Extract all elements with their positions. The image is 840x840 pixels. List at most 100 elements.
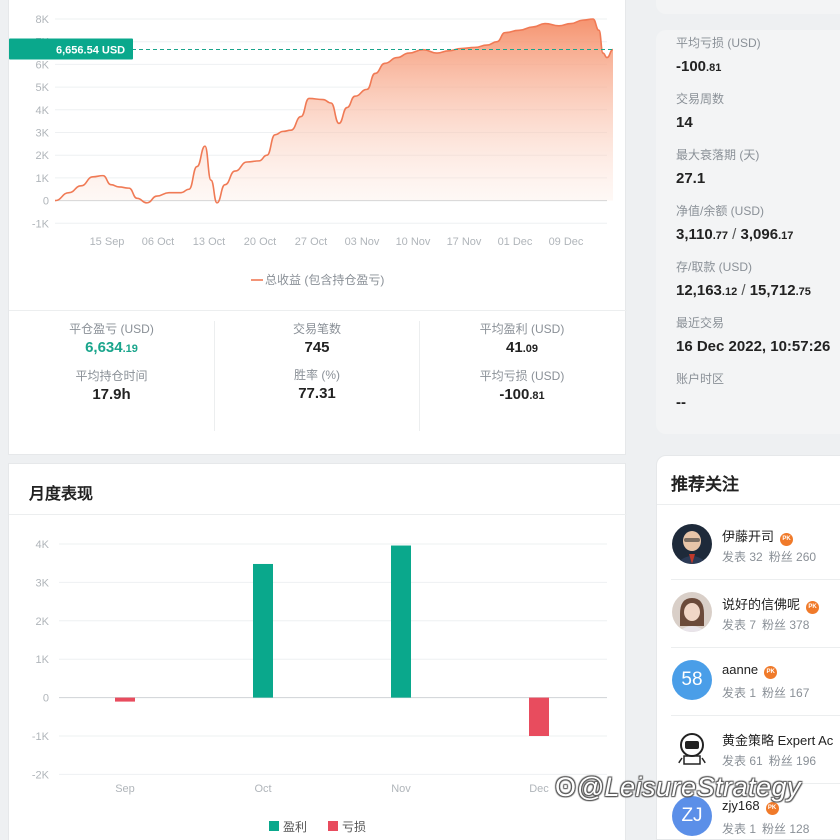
trade-count-label: 交易笔数: [292, 322, 341, 336]
user-meta: 发表 32 粉丝 260: [722, 548, 822, 565]
close-pnl-label: 平仓盈亏 (USD): [69, 322, 154, 336]
user-photo-icon: [672, 592, 712, 632]
avg-loss-label: 平均亏损 (USD): [479, 369, 565, 383]
close-pnl-int: 6,634: [85, 339, 123, 356]
user-fans: 粉丝 196: [768, 754, 817, 768]
user-posts: 发表 1: [722, 686, 757, 700]
search-box[interactable]: [656, 0, 840, 14]
avg-profit-label: 平均盈利 (USD): [479, 322, 565, 336]
info-deposit-dec: .12: [721, 286, 738, 298]
info-equity-label: 净值/余额 (USD): [676, 204, 764, 218]
stats-grid: 平仓盈亏 (USD) 6,634.19 平均持仓时间 17.9h 交易笔数 74…: [9, 310, 627, 431]
loss-bar[interactable]: [529, 697, 549, 736]
info-deposit-value: 12,163.12 / 15,712.75: [676, 276, 840, 314]
info-deposit-slash: /: [737, 282, 750, 299]
info-last-trade-value: 16 Dec 2022, 10:57:26: [676, 338, 831, 355]
info-drawdown-value: 27.1: [676, 170, 706, 187]
info-avg-loss-value: -100.81: [676, 52, 840, 90]
avg-profit-value: 41.09: [420, 337, 624, 360]
user-fans: 粉丝 260: [768, 550, 817, 564]
info-avg-loss-label: 平均亏损 (USD): [676, 36, 761, 50]
x-tick-label: 10 Nov: [396, 236, 431, 248]
robot-avatar-icon: [672, 728, 712, 768]
user-posts: 发表 32: [722, 550, 763, 564]
info-timezone-value: --: [676, 394, 686, 411]
x-tick-label: 03 Nov: [345, 236, 380, 248]
info-withdraw-dec: .75: [795, 286, 811, 298]
stats-col-2: 交易笔数 745 胜率 (%) 77.31: [214, 321, 419, 431]
user-name[interactable]: aanne PK: [722, 662, 778, 679]
user-meta: 发表 1 粉丝 128: [722, 820, 815, 837]
section-separator: [8, 455, 626, 463]
recommend-user[interactable]: 说好的信佛呢 PK 发表 7 粉丝 378: [657, 580, 840, 648]
legend-profit-label[interactable]: 盈利: [283, 820, 307, 834]
y-tick-label: 1K: [36, 173, 50, 185]
user-name-text: 说好的信佛呢: [722, 597, 801, 612]
close-pnl-value: 6,634.19: [9, 337, 214, 360]
watermark-text: @LeisureStrategy: [576, 772, 802, 802]
user-name[interactable]: 说好的信佛呢 PK: [722, 594, 820, 614]
loss-bar[interactable]: [115, 697, 135, 702]
pk-badge-icon: PK: [765, 802, 779, 815]
y-tick-label: 3K: [36, 577, 50, 589]
avatar[interactable]: [672, 728, 712, 768]
user-posts: 发表 61: [722, 754, 763, 768]
current-value-tag: 6,656.54 USD: [9, 38, 133, 60]
x-tick-label: 06 Oct: [142, 236, 174, 248]
avatar[interactable]: [672, 524, 712, 564]
y-tick-label: 0: [43, 693, 49, 705]
user-name[interactable]: 黄金策略 Expert Ac: [722, 730, 833, 749]
user-posts: 发表 1: [722, 822, 757, 836]
pk-badge-icon: PK: [806, 601, 820, 614]
equity-legend-label: 总收益 (包含持仓盈亏): [265, 272, 384, 287]
legend-loss-label[interactable]: 亏损: [342, 820, 366, 834]
equity-legend[interactable]: 总收益 (包含持仓盈亏): [251, 272, 384, 287]
x-tick-label: Nov: [391, 783, 411, 795]
user-fans: 粉丝 378: [762, 618, 810, 632]
y-tick-label: 0: [43, 196, 49, 208]
y-tick-label: -1K: [32, 218, 50, 230]
current-value-label: 6,656.54 USD: [56, 44, 125, 56]
info-deposit-int: 12,163: [676, 282, 722, 299]
avg-profit-dec: .09: [522, 343, 538, 355]
info-equity-dec: .77: [712, 230, 729, 242]
recommend-user[interactable]: 58 aanne PK 发表 1 粉丝 167: [657, 648, 840, 716]
info-balance-int: 3,096: [740, 226, 779, 243]
y-tick-label: 2K: [36, 150, 50, 162]
info-equity-value: 3,110.77 / 3,096.17: [676, 220, 840, 258]
user-name[interactable]: 伊藤开司 PK: [722, 526, 794, 546]
info-withdraw-int: 15,712: [749, 282, 796, 299]
x-tick-label: 01 Dec: [498, 236, 533, 248]
stats-col-1: 平仓盈亏 (USD) 6,634.19 平均持仓时间 17.9h: [9, 321, 214, 431]
legend-loss-swatch[interactable]: [328, 821, 338, 831]
info-drawdown-label: 最大衰落期 (天): [676, 148, 760, 162]
user-name-text: 黄金策略 Expert Ac: [722, 733, 834, 748]
avg-profit-int: 41: [506, 339, 523, 356]
monthly-legend: 盈利 亏损: [269, 820, 366, 834]
avg-hold-value: 17.9h: [92, 386, 131, 403]
recommend-divider: [657, 504, 840, 505]
avatar[interactable]: [672, 592, 712, 632]
legend-profit-swatch[interactable]: [269, 821, 279, 831]
user-meta: 发表 7 粉丝 378: [722, 616, 815, 633]
x-tick-label: Oct: [254, 783, 271, 795]
win-rate-label: 胜率 (%): [294, 368, 340, 382]
x-tick-label: 15 Sep: [90, 236, 125, 248]
user-meta: 发表 61 粉丝 196: [722, 752, 822, 769]
avatar[interactable]: 58: [672, 660, 712, 700]
page: 8K7K6K5K4K3K2K1K0-1K 15 Sep06 Oct13 Oct2…: [0, 0, 840, 840]
user-name-text: aanne: [722, 662, 759, 677]
user-meta: 发表 1 粉丝 167: [722, 684, 815, 701]
info-deposit-label: 存/取款 (USD): [676, 260, 752, 274]
profit-bar[interactable]: [391, 545, 411, 698]
pk-badge-icon: PK: [780, 533, 794, 546]
x-tick-label: Sep: [115, 783, 135, 795]
user-fans: 粉丝 128: [762, 822, 810, 836]
info-balance-dec: .17: [778, 230, 794, 242]
recommend-user[interactable]: 伊藤开司 PK 发表 32 粉丝 260: [657, 512, 840, 580]
profit-bar[interactable]: [253, 563, 273, 698]
win-rate-value: 77.31: [298, 385, 336, 402]
pk-badge-icon: PK: [764, 666, 778, 679]
info-last-trade-label: 最近交易: [676, 316, 725, 330]
info-weeks-label: 交易周数: [676, 92, 725, 106]
